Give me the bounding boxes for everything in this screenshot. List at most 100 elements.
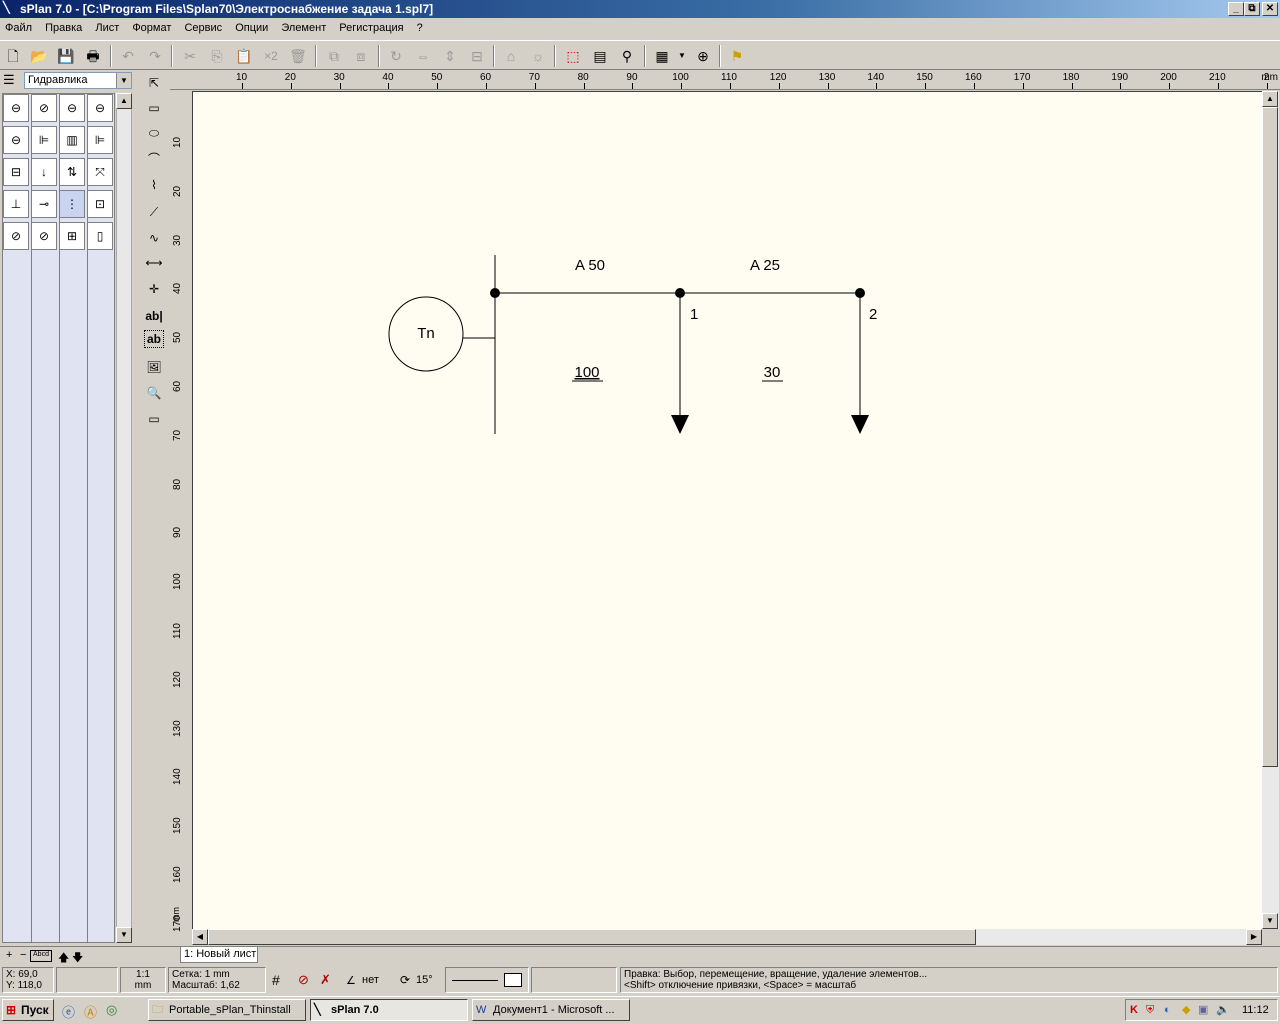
dimension-tool-icon[interactable]: ⟷ [144,252,164,274]
library-select[interactable]: Гидравлика ▼ [24,72,132,89]
symbol-cylinder-3[interactable]: ⊫ [87,126,113,154]
mirror-horizontal-icon[interactable]: ⇔ [412,45,434,67]
symbol-gauge-1[interactable]: ⊖ [3,94,29,122]
select-arrow-icon[interactable]: ⇱ [144,72,164,94]
align-icon[interactable]: ⊟ [466,45,488,67]
menu-file[interactable]: Файл [0,18,37,38]
measure-tool-icon[interactable]: ▭ [144,408,164,430]
junction-tool-icon[interactable]: ✛ [144,278,164,300]
ungroup-icon[interactable]: ☼ [527,45,549,67]
symbol-valve-5[interactable]: ⊥ [3,190,29,218]
symbol-valve-4[interactable]: ⤧ [87,158,113,186]
save-icon[interactable]: 💾 [55,45,77,67]
chevron-down-icon[interactable]: ▼ [116,73,131,88]
scroll-right-icon[interactable]: ▶ [1246,929,1262,945]
sheet-tab[interactable]: 1: Новый лист [180,947,258,963]
fill-color-swatch[interactable] [504,973,522,987]
paste-icon[interactable]: 📋 [233,45,255,67]
menu-edit[interactable]: Правка [40,18,87,38]
tray-monitor-icon[interactable]: ▣ [1198,1000,1208,1020]
component-editor-icon[interactable]: ⚑ [726,45,748,67]
redo-icon[interactable]: ↷ [144,45,166,67]
splan-app-icon[interactable]: ╲ [3,2,16,15]
menu-service[interactable]: Сервис [179,18,227,38]
quicklaunch-c-icon[interactable]: ◎ [106,1002,117,1018]
freehand-tool-icon[interactable]: ⌇ [144,174,164,196]
library-scrollbar[interactable]: ▲ ▼ [116,93,132,943]
scroll-up-icon[interactable]: ▲ [1262,91,1278,107]
search-binoculars-icon[interactable]: ⚲ [616,45,638,67]
restore-button[interactable]: ⧉ [1244,2,1260,16]
symbol-gauge-3[interactable]: ⊖ [59,94,85,122]
task-word-document[interactable]: W Документ1 - Microsoft ... [472,999,630,1021]
symbol-valve-6[interactable]: ⊸ [31,190,57,218]
scroll-down-icon[interactable]: ▼ [1262,913,1278,929]
ie-icon[interactable]: ⓔ [62,1002,75,1021]
symbol-tank-1[interactable]: ▯ [87,222,113,250]
open-folder-icon[interactable]: 📂 [28,45,50,67]
symbol-gauge-2[interactable]: ⊘ [31,94,57,122]
canvas-vertical-scrollbar[interactable]: ▲ ▼ [1262,91,1279,929]
parts-list-icon[interactable]: ▤ [589,45,611,67]
rectangle-tool-icon[interactable]: ▭ [144,97,164,119]
horizontal-scroll-thumb[interactable] [208,929,976,945]
drawing-canvas[interactable]: Tn A 50 A 25 1 2 100 30 [192,91,1262,929]
undo-icon[interactable]: ↶ [117,45,139,67]
task-splan[interactable]: ╲ sPlan 7.0 [310,999,468,1021]
task-portable-splan[interactable]: 🗀 Portable_sPlan_Thinstall [148,999,306,1021]
group-icon[interactable]: ⌂ [500,45,522,67]
grid-toggle-icon[interactable]: # [272,972,280,988]
menu-sheet[interactable]: Лист [90,18,124,38]
snap-magnet-icon[interactable]: ⊘ [298,972,309,988]
symbol-gauge-4[interactable]: ⊖ [87,94,113,122]
send-back-icon[interactable]: ⧈ [350,45,372,67]
ellipse-tool-icon[interactable]: ⬭ [144,122,164,144]
line-style-panel[interactable] [445,967,529,993]
symbol-cylinder-2[interactable]: ▥ [59,126,85,154]
kaspersky-icon[interactable]: K [1130,1000,1138,1020]
image-tool-icon[interactable]: 🖼 [144,356,164,378]
duplicate-x2-button[interactable]: ×2 [260,45,282,67]
shield-icon[interactable]: ⛨ [1146,1000,1154,1020]
menu-registration[interactable]: Регистрация [334,18,408,38]
text-tool-icon[interactable]: ab| [144,305,164,327]
cut-icon[interactable]: ✂ [179,45,201,67]
rotate-step-value[interactable]: 15° [416,974,433,986]
snap-off-icon[interactable]: ✗ [320,972,331,988]
volume-icon[interactable]: 🔈 [1216,1000,1230,1020]
polygon-tool-icon[interactable]: ⌒ [144,148,164,170]
zoom-tool-icon[interactable]: 🔍 [144,382,164,404]
symbol-pump-1[interactable]: ⊘ [3,222,29,250]
new-file-icon[interactable]: 🗋 [2,45,24,67]
delete-trash-icon[interactable]: 🗑 [287,45,309,67]
angle-snap-value[interactable]: нет [362,974,379,986]
quicklaunch-a-icon[interactable]: Ⓐ [84,1002,97,1021]
menu-format[interactable]: Формат [127,18,176,38]
symbol-gauge-5[interactable]: ⊖ [3,126,29,154]
symbol-valve-1[interactable]: ⊟ [3,158,29,186]
rotate-icon[interactable]: ↻ [385,45,407,67]
bezier-tool-icon[interactable]: ∿ [144,227,164,249]
zoom-icon[interactable]: ⊕ [692,45,714,67]
vertical-scroll-thumb[interactable] [1262,107,1278,767]
rotate-step-icon[interactable]: ⟳ [400,973,410,987]
network-icon[interactable]: ◐ [1164,1000,1171,1020]
mirror-vertical-icon[interactable]: ⇕ [439,45,461,67]
symbol-motor-1[interactable]: ⊞ [59,222,85,250]
start-button[interactable]: ⊞ Пуск [2,999,54,1021]
canvas-horizontal-scrollbar[interactable]: ◀ ▶ [192,929,1262,945]
scroll-down-icon[interactable]: ▼ [116,927,132,943]
tray-app-icon[interactable]: ◆ [1182,1000,1190,1020]
angle-snap-icon[interactable]: ∠ [346,974,356,987]
symbol-valve-7[interactable]: ⋮ [59,190,85,218]
symbol-cylinder-1[interactable]: ⊫ [31,126,57,154]
scroll-up-icon[interactable]: ▲ [116,93,132,109]
chevron-down-icon[interactable]: ▼ [676,45,688,67]
symbol-valve-2[interactable]: ↓ [31,158,57,186]
symbol-valve-3[interactable]: ⇅ [59,158,85,186]
line-tool-icon[interactable]: ⟋ [144,201,164,223]
copy-icon[interactable]: ⎘ [206,45,228,67]
textbox-tool-icon[interactable]: ab [144,330,164,348]
bring-front-icon[interactable]: ⧉ [323,45,345,67]
minimize-button[interactable]: _ [1228,2,1244,16]
